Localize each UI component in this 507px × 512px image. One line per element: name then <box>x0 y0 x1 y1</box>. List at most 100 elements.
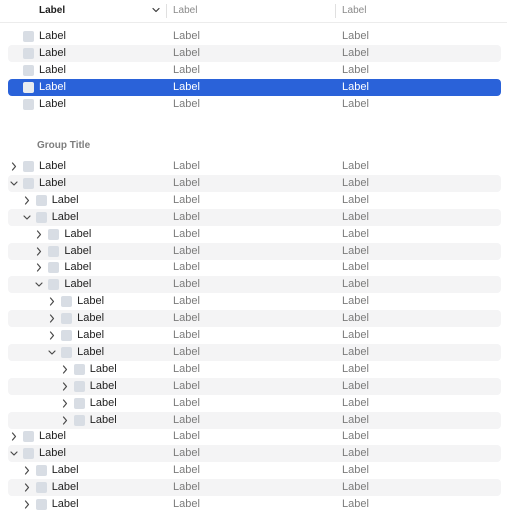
chevron-down-icon[interactable] <box>151 5 161 15</box>
row-cell-col2: Label <box>173 396 200 409</box>
row-cell-col3: Label <box>342 413 369 426</box>
column-header-3-label: Label <box>342 5 367 16</box>
table-row[interactable]: Label Label Label <box>8 79 501 96</box>
file-icon <box>23 99 34 110</box>
chevron-down-icon[interactable] <box>10 449 18 458</box>
row-label: Label <box>39 430 66 443</box>
table-row[interactable]: Label Label Label <box>8 479 501 497</box>
table-row[interactable]: Label Label Label <box>8 62 501 79</box>
file-icon <box>48 279 60 291</box>
file-icon <box>35 465 47 477</box>
chevron-right-icon[interactable] <box>23 196 31 205</box>
chevron-right-icon[interactable] <box>61 398 69 408</box>
chevron-down-icon[interactable] <box>35 280 43 289</box>
row-cell-col2: Label <box>173 464 200 477</box>
table-row[interactable]: Label Label Label <box>8 361 501 378</box>
row-label: Label <box>89 396 117 409</box>
table-row[interactable]: Label Label Label <box>8 462 501 479</box>
row-cell-col2: Label <box>173 362 200 375</box>
column-header-2-label: Label <box>173 5 198 16</box>
row-cell-col2: Label <box>173 329 200 341</box>
table-row[interactable]: Label Label Label <box>8 310 501 328</box>
table-header: Label Label Label <box>0 0 507 23</box>
chevron-right-icon[interactable] <box>61 365 69 374</box>
row-label: Label <box>51 210 79 223</box>
chevron-right-icon[interactable] <box>23 500 31 509</box>
row-label: Label <box>39 64 66 76</box>
file-icon <box>61 313 73 325</box>
row-label: Label <box>77 295 105 308</box>
table-row[interactable]: Label Label Label <box>8 208 501 226</box>
row-label: Label <box>51 481 79 494</box>
chevron-right-icon[interactable] <box>23 466 31 475</box>
row-cell-col3: Label <box>342 227 369 240</box>
row-label: Label <box>77 312 105 325</box>
row-cell-col2: Label <box>173 176 200 189</box>
file-icon <box>48 245 60 257</box>
table-row[interactable]: Label Label Label <box>8 242 501 260</box>
table-row[interactable]: Label Label Label <box>8 445 501 463</box>
row-cell-col3: Label <box>342 464 369 477</box>
table-row[interactable]: Label Label Label <box>8 28 501 45</box>
row-cell-col3: Label <box>342 64 369 76</box>
chevron-down-icon[interactable] <box>10 179 18 188</box>
row-cell-col2: Label <box>173 379 200 392</box>
chevron-right-icon[interactable] <box>48 314 56 323</box>
chevron-right-icon[interactable] <box>10 162 18 171</box>
chevron-down-icon[interactable] <box>23 213 31 222</box>
row-label: Label <box>39 160 66 172</box>
table-row[interactable]: Label Label Label <box>8 45 501 62</box>
row-cell-col2: Label <box>173 498 200 510</box>
chevron-right-icon[interactable] <box>61 415 69 425</box>
file-icon <box>73 397 85 409</box>
table-row[interactable]: Label Label Label <box>8 377 501 395</box>
table-row[interactable]: Label Label Label <box>8 226 501 243</box>
table-row[interactable]: Label Label Label <box>8 411 501 429</box>
row-cell-col3: Label <box>342 98 369 110</box>
chevron-right-icon[interactable] <box>35 229 43 239</box>
table-row[interactable]: Label Label Label <box>8 343 501 361</box>
chevron-right-icon[interactable] <box>10 432 18 441</box>
row-label: Label <box>89 413 117 426</box>
table-row[interactable]: Label Label Label <box>8 259 501 276</box>
column-header-1[interactable]: Label <box>39 0 164 22</box>
file-icon <box>23 48 34 59</box>
chevron-right-icon[interactable] <box>48 331 56 340</box>
chevron-right-icon[interactable] <box>61 382 69 391</box>
row-label: Label <box>39 447 66 460</box>
table-row[interactable]: Label Label Label <box>8 293 501 310</box>
row-cell-col3: Label <box>342 312 369 325</box>
file-icon <box>73 363 85 375</box>
table-row[interactable]: Label Label Label <box>8 327 501 344</box>
file-icon <box>35 482 47 494</box>
column-divider[interactable] <box>166 4 167 18</box>
row-cell-col3: Label <box>342 160 369 172</box>
chevron-down-icon[interactable] <box>48 348 56 357</box>
file-icon <box>48 228 60 240</box>
row-cell-col3: Label <box>342 193 369 206</box>
row-label: Label <box>39 81 66 93</box>
row-label: Label <box>89 379 117 392</box>
file-icon <box>35 499 47 510</box>
column-divider[interactable] <box>335 4 336 18</box>
row-cell-col2: Label <box>173 312 200 325</box>
table-row[interactable]: Label Label Label <box>8 158 501 175</box>
table-row[interactable]: Label Label Label <box>8 496 501 512</box>
column-header-3[interactable]: Label <box>342 0 502 22</box>
column-header-2[interactable]: Label <box>173 0 333 22</box>
table-row[interactable]: Label Label Label <box>8 276 501 294</box>
chevron-right-icon[interactable] <box>35 246 43 256</box>
outline-table: Label Label Label Label Label Label Label La… <box>0 0 507 512</box>
row-label: Label <box>39 176 66 189</box>
row-cell-col3: Label <box>342 210 369 223</box>
table-row[interactable]: Label Label Label <box>8 96 501 113</box>
row-label: Label <box>39 98 66 110</box>
chevron-right-icon[interactable] <box>48 297 56 306</box>
table-row[interactable]: Label Label Label <box>8 395 501 412</box>
table-row[interactable]: Label Label Label <box>8 174 501 192</box>
table-row[interactable]: Label Label Label <box>8 192 501 209</box>
chevron-right-icon[interactable] <box>35 263 43 272</box>
table-row[interactable]: Label Label Label <box>8 428 501 445</box>
row-cell-col3: Label <box>342 329 369 341</box>
chevron-right-icon[interactable] <box>23 483 31 492</box>
